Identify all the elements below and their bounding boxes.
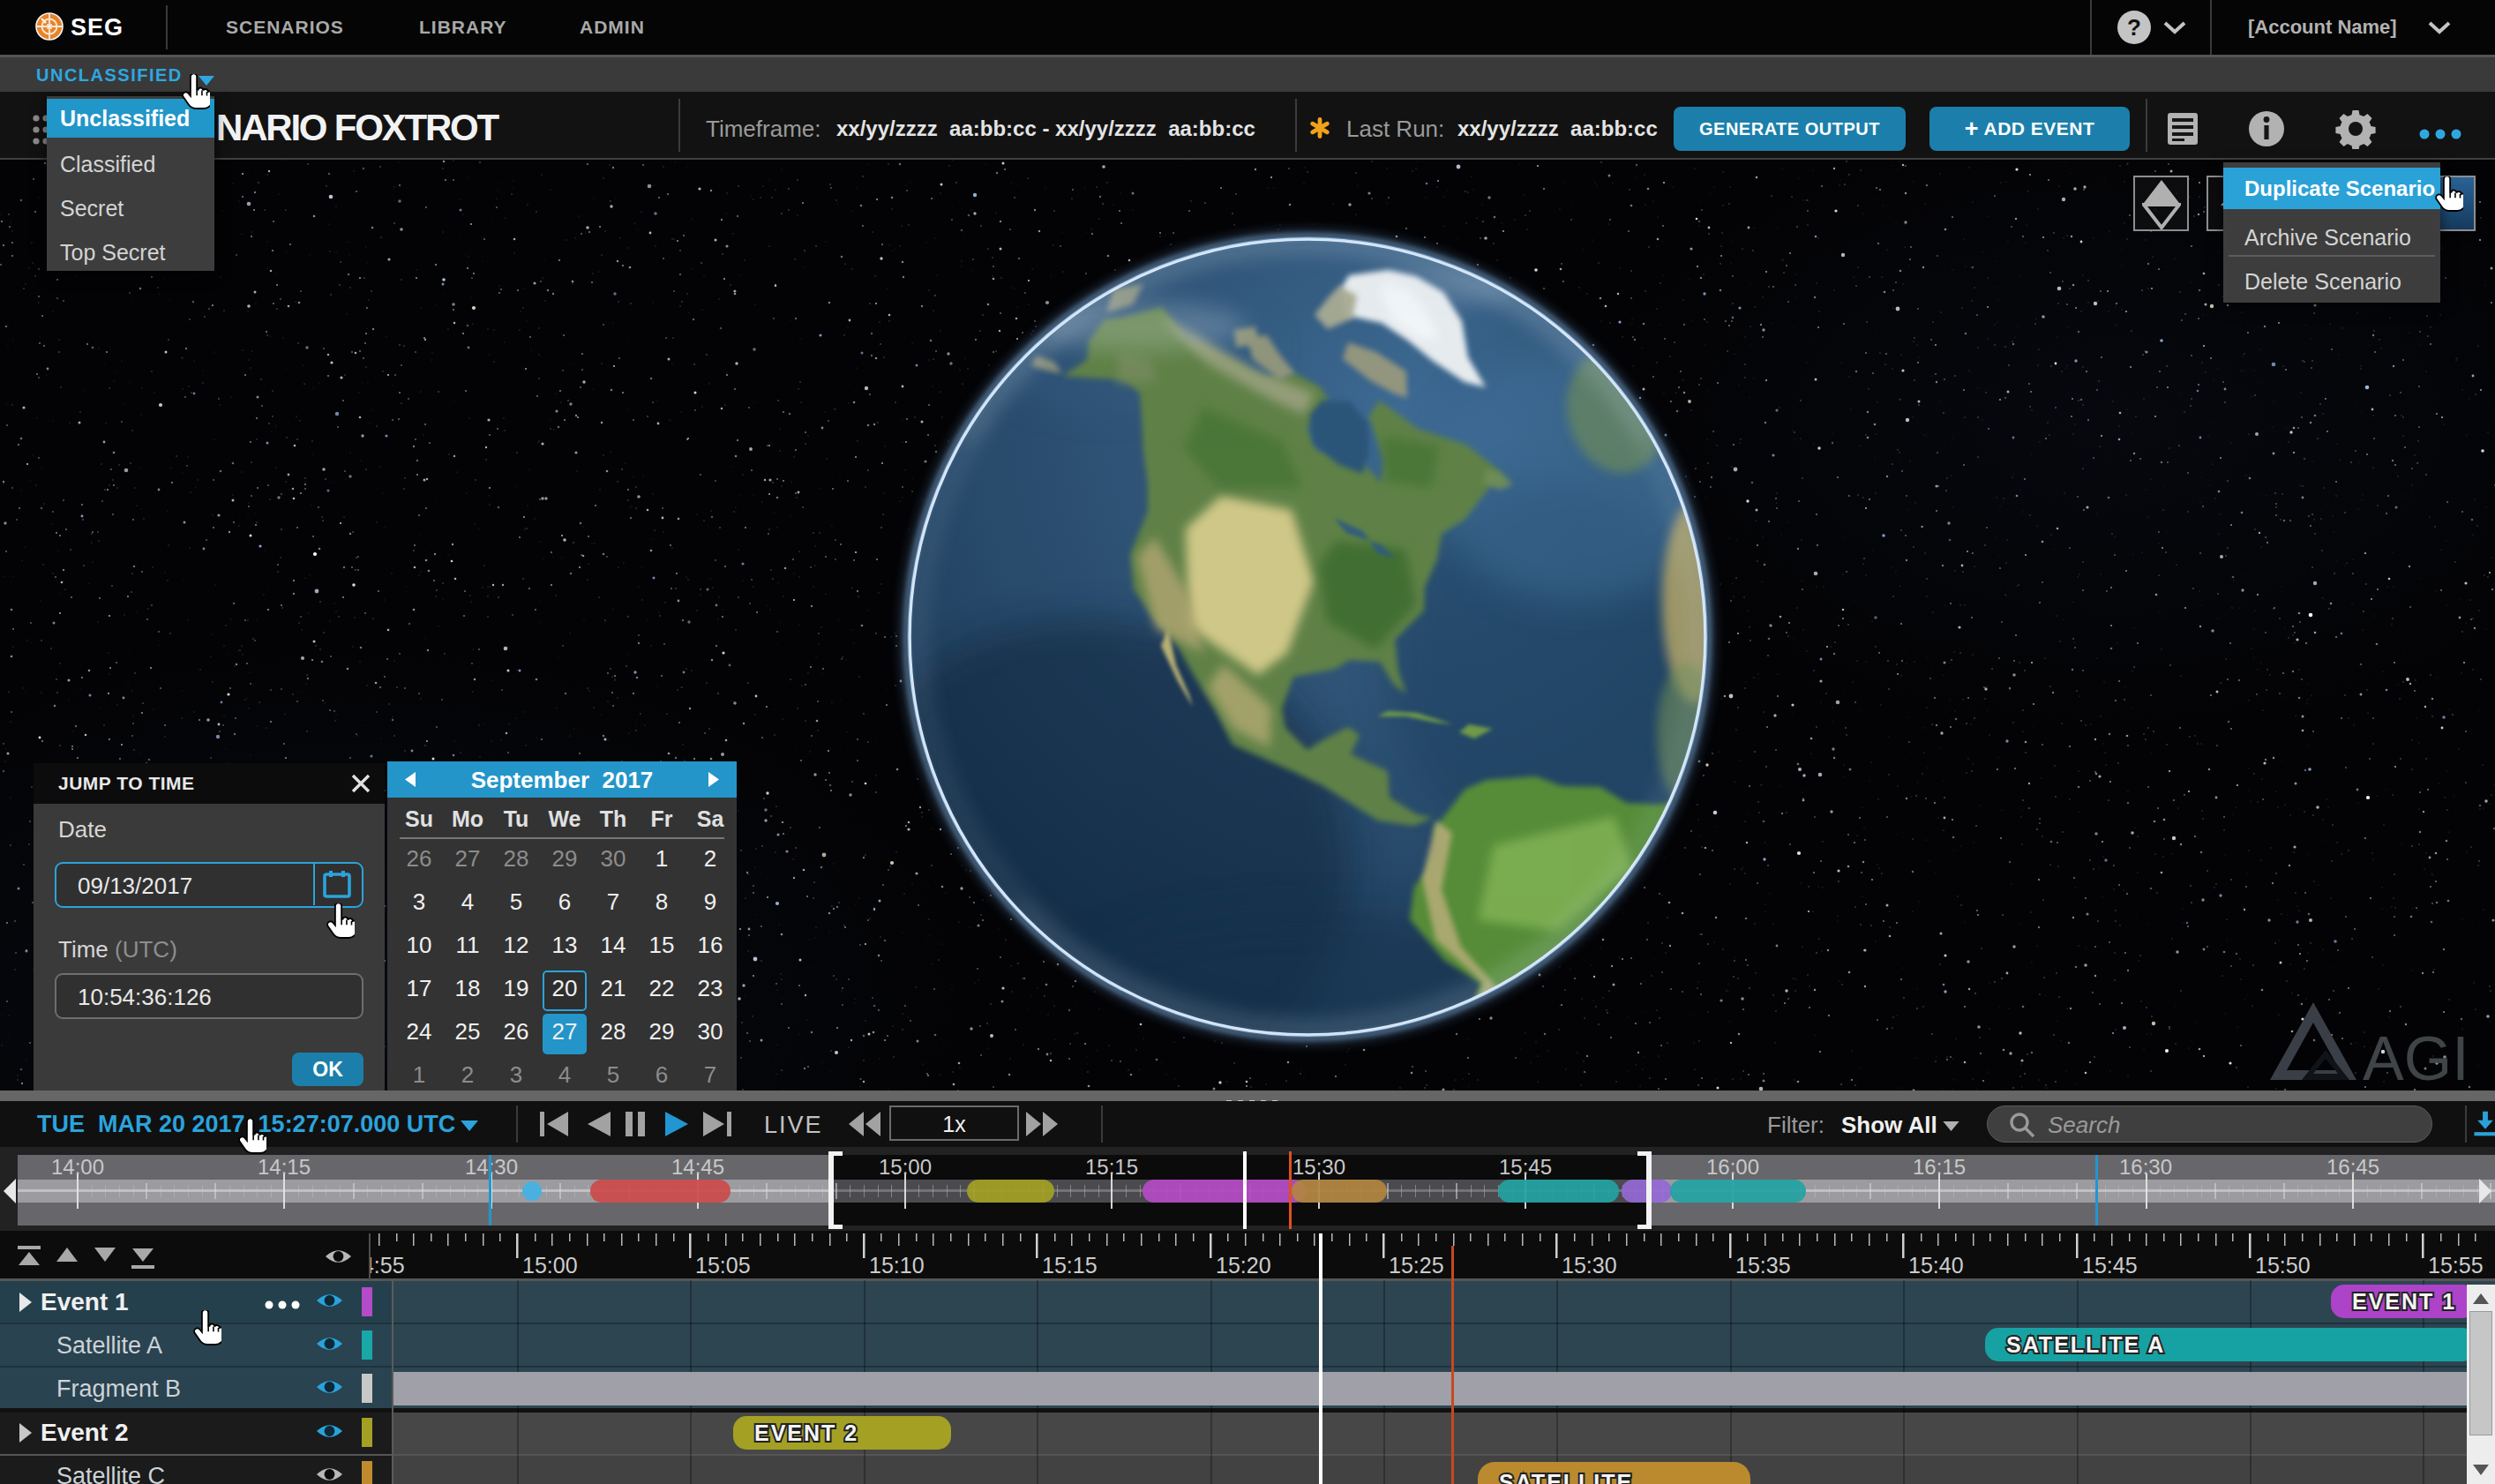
svg-text:15:15: 15:15 (1042, 1253, 1098, 1278)
svg-text:15:10: 15:10 (869, 1253, 925, 1278)
svg-text:EVENT 2: EVENT 2 (754, 1420, 858, 1445)
svg-text:14:00: 14:00 (51, 1155, 104, 1179)
svg-text:SATELLITE: SATELLITE (1499, 1470, 1633, 1484)
svg-text:15:00: 15:00 (879, 1155, 932, 1179)
svg-text:16:15: 16:15 (1913, 1155, 1966, 1179)
svg-text:16:30: 16:30 (2119, 1155, 2172, 1179)
svg-text:15:55: 15:55 (2428, 1253, 2484, 1278)
svg-text:15:15: 15:15 (1085, 1155, 1138, 1179)
svg-text:15:35: 15:35 (1735, 1253, 1791, 1278)
svg-text:SATELLITE A: SATELLITE A (2006, 1332, 2165, 1357)
svg-text:15:50: 15:50 (2255, 1253, 2311, 1278)
svg-text:14:45: 14:45 (671, 1155, 724, 1179)
svg-text:15:20: 15:20 (1216, 1253, 1271, 1278)
svg-text:15:00: 15:00 (522, 1253, 578, 1278)
svg-text:15:05: 15:05 (695, 1253, 751, 1278)
svg-text:15:45: 15:45 (1499, 1155, 1552, 1179)
svg-text:14:30: 14:30 (465, 1155, 518, 1179)
svg-text:AGI: AGI (2363, 1024, 2469, 1091)
svg-text:15:25: 15:25 (1389, 1253, 1444, 1278)
svg-text:14:15: 14:15 (258, 1155, 311, 1179)
svg-text:EVENT 1: EVENT 1 (2352, 1289, 2456, 1314)
svg-text:?: ? (2127, 14, 2141, 41)
svg-text:15:30: 15:30 (1562, 1253, 1617, 1278)
svg-text:15:40: 15:40 (1908, 1253, 1964, 1278)
svg-text:15:45: 15:45 (2082, 1253, 2138, 1278)
svg-text:16:00: 16:00 (1706, 1155, 1759, 1179)
svg-text:15:30: 15:30 (1292, 1155, 1345, 1179)
svg-text:16:45: 16:45 (2326, 1155, 2379, 1179)
